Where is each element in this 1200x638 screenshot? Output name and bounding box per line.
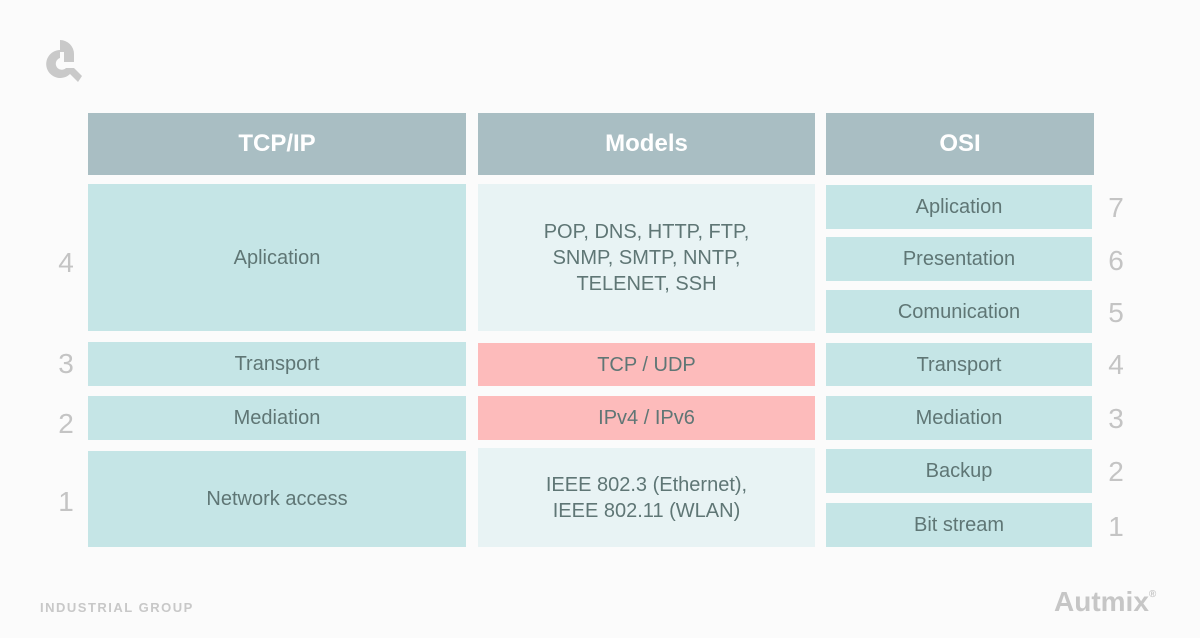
tcpip-layer-network-access: Network access (88, 451, 466, 547)
brand-name: Autmix (1054, 586, 1149, 617)
osi-layer-data-link: Backup (826, 449, 1092, 493)
tcpip-layer-number: 2 (58, 408, 74, 439)
osi-layer-number: 6 (1108, 245, 1124, 276)
osi-layer-session: Comunication (826, 290, 1092, 333)
header-osi: OSI (826, 113, 1094, 175)
model-line: IPv4 / IPv6 (598, 407, 695, 429)
osi-layer-transport: Transport (826, 343, 1092, 386)
tcpip-layer-transport: Transport (88, 342, 466, 386)
model-network-protocols: IPv4 / IPv6 (478, 396, 815, 440)
tcpip-layer-mediation: Mediation (88, 396, 466, 440)
model-line: TCP / UDP (597, 353, 696, 376)
osi-layer-number: 4 (1108, 349, 1124, 380)
tcpip-layer-number: 4 (58, 247, 74, 278)
header-tcpip: TCP/IP (88, 113, 466, 175)
osi-layer-number: 3 (1108, 403, 1124, 434)
osi-layer-presentation: Presentation (826, 237, 1092, 281)
osi-layer-number: 5 (1108, 297, 1124, 328)
osi-layer-physical: Bit stream (826, 503, 1092, 547)
osi-layer-network: Mediation (826, 396, 1092, 440)
registered-mark: ® (1148, 588, 1157, 600)
company-logo-icon (46, 40, 82, 82)
model-line: POP, DNS, HTTP, FTP, (543, 220, 750, 243)
model-line: TELENET, SSH (576, 272, 717, 295)
brand-logo: Autmix® (1054, 586, 1156, 618)
header-models: Models (478, 113, 815, 175)
tcpip-layer-number: 3 (58, 348, 74, 379)
osi-layer-number: 7 (1108, 192, 1124, 223)
model-line: IEEE 802.3 (Ethernet), (545, 473, 748, 496)
model-line: SNMP, SMTP, NNTP, (552, 246, 741, 269)
tcpip-layer-application: Aplication (88, 184, 466, 331)
tcpip-layer-number: 1 (58, 486, 74, 517)
model-line: IEEE 802.11 (WLAN) (552, 499, 741, 522)
footer-tagline: INDUSTRIAL GROUP (40, 600, 194, 615)
osi-layer-number: 2 (1108, 456, 1124, 487)
model-link-protocols: IEEE 802.3 (Ethernet), IEEE 802.11 (WLAN… (478, 448, 815, 547)
model-application-protocols: POP, DNS, HTTP, FTP, SNMP, SMTP, NNTP, T… (478, 184, 815, 331)
osi-layer-application: Aplication (826, 185, 1092, 229)
osi-layer-number: 1 (1108, 511, 1124, 542)
model-transport-protocols: TCP / UDP (478, 343, 815, 386)
